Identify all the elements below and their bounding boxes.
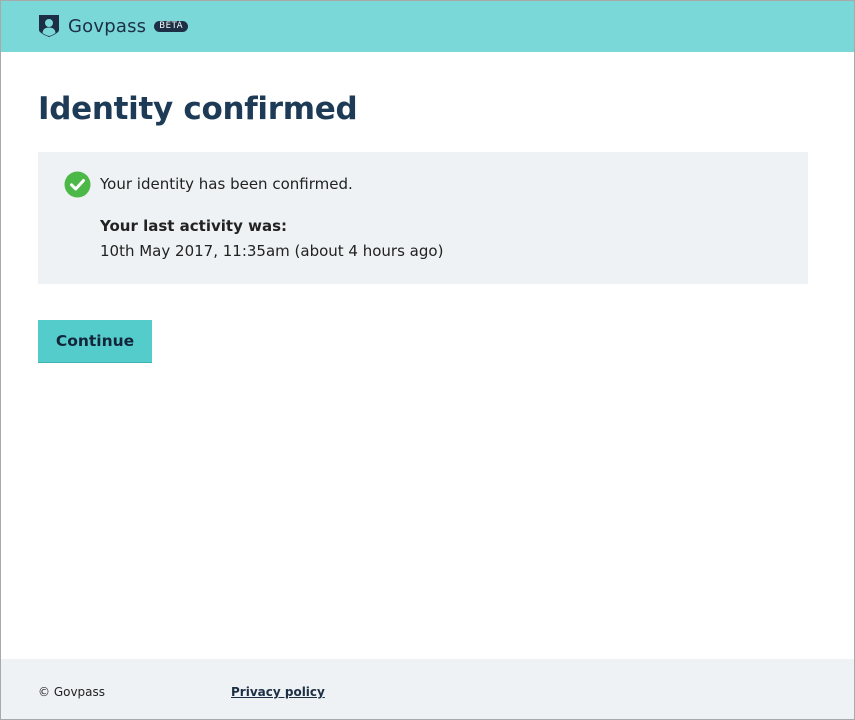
beta-badge: BETA xyxy=(154,20,189,32)
browser-viewport: Govpass BETA Identity confirmed Your ide… xyxy=(0,0,855,720)
site-footer: © Govpass Privacy policy xyxy=(1,659,854,719)
privacy-policy-link[interactable]: Privacy policy xyxy=(231,685,325,699)
copyright-text: © Govpass xyxy=(38,685,106,699)
last-activity-label: Your last activity was: xyxy=(100,217,287,235)
continue-button[interactable]: Continue xyxy=(38,320,152,363)
shield-user-icon xyxy=(38,14,60,38)
last-activity-value: 10th May 2017, 11:35am (about 4 hours ag… xyxy=(100,242,444,260)
site-header: Govpass BETA xyxy=(1,1,854,52)
brand-name: Govpass xyxy=(68,15,147,37)
check-circle-icon xyxy=(64,171,91,198)
page-title: Identity confirmed xyxy=(38,91,358,127)
confirmation-panel: Your identity has been confirmed. Your l… xyxy=(38,152,808,284)
confirmation-message: Your identity has been confirmed. xyxy=(100,175,353,193)
brand-logo-link[interactable]: Govpass BETA xyxy=(38,13,189,39)
